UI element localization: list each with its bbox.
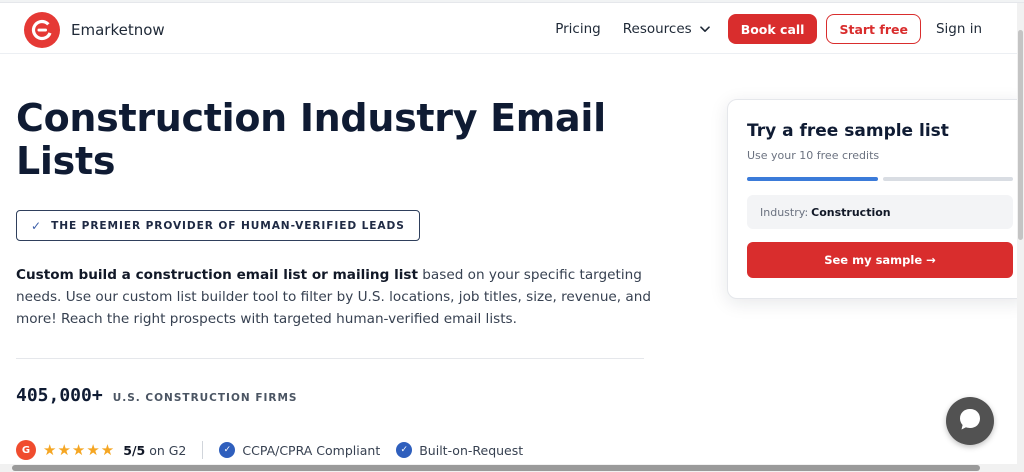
sign-in-link[interactable]: Sign in: [936, 21, 982, 37]
badge-text: THE PREMIER PROVIDER OF HUMAN-VERIFIED L…: [51, 219, 405, 232]
built-on-request-text: Built-on-Request: [419, 442, 524, 458]
book-call-button[interactable]: Book call: [727, 14, 818, 44]
progress-remaining-segment: [883, 177, 1013, 181]
stat-number: 405,000+: [16, 385, 103, 406]
vertical-scrollbar-thumb[interactable]: [1018, 30, 1023, 240]
stat-label: U.S. CONSTRUCTION FIRMS: [112, 392, 298, 404]
chevron-down-icon: [699, 21, 710, 37]
trust-bar: G ★★★★★ 5/5 on G2 ✓ CCPA/CPRA Compliant …: [16, 440, 523, 460]
check-circle-icon: ✓: [396, 442, 413, 458]
check-icon: ✓: [31, 218, 42, 233]
star-rating-icon: ★★★★★: [43, 441, 116, 459]
g2-logo-icon: G: [16, 440, 36, 460]
g2-rating-value: 5/5: [123, 442, 146, 458]
see-my-sample-button[interactable]: See my sample →: [747, 242, 1013, 278]
industry-field[interactable]: Industry: Construction: [747, 195, 1013, 229]
e-logo-icon: [24, 12, 60, 48]
hero-description-bold: Custom build a construction email list o…: [16, 267, 418, 283]
brand-logo-link[interactable]: Emarketnow: [24, 12, 165, 48]
chat-widget-button[interactable]: [946, 397, 994, 445]
nav-pricing-link[interactable]: Pricing: [555, 21, 601, 37]
hero-description: Custom build a construction email list o…: [16, 264, 656, 330]
chat-bubble-icon: [957, 406, 983, 436]
g2-rating: 5/5 on G2: [123, 443, 186, 458]
main-nav: Pricing Resources Book call Start free S…: [555, 13, 982, 45]
sample-card-title: Try a free sample list: [747, 121, 949, 141]
horizontal-scrollbar-thumb[interactable]: [12, 465, 980, 471]
industry-field-value: Construction: [811, 205, 891, 219]
premier-provider-badge: ✓ THE PREMIER PROVIDER OF HUMAN-VERIFIED…: [16, 210, 420, 241]
step-progress-bar: [747, 177, 1013, 181]
trust-separator: [202, 441, 204, 459]
nav-resources-label: Resources: [622, 21, 692, 37]
sample-card-subtitle: Use your 10 free credits: [747, 149, 880, 162]
section-divider: [16, 358, 644, 359]
g2-rating-suffix: on G2: [145, 442, 187, 458]
industry-field-label: Industry:: [760, 205, 809, 219]
ccpa-compliance-text: CCPA/CPRA Compliant: [242, 442, 381, 458]
brand-name: Emarketnow: [71, 21, 165, 39]
page-title: Construction Industry Email Lists: [16, 96, 606, 183]
progress-complete-segment: [747, 177, 878, 181]
site-header: Emarketnow Pricing Resources Book call S…: [0, 3, 1024, 54]
start-free-button[interactable]: Start free: [826, 14, 921, 44]
firm-count-stat: 405,000+ U.S. CONSTRUCTION FIRMS: [16, 385, 298, 406]
free-sample-card: Try a free sample list Use your 10 free …: [727, 99, 1024, 299]
nav-resources-dropdown[interactable]: Resources: [623, 21, 710, 37]
check-circle-icon: ✓: [219, 442, 236, 458]
